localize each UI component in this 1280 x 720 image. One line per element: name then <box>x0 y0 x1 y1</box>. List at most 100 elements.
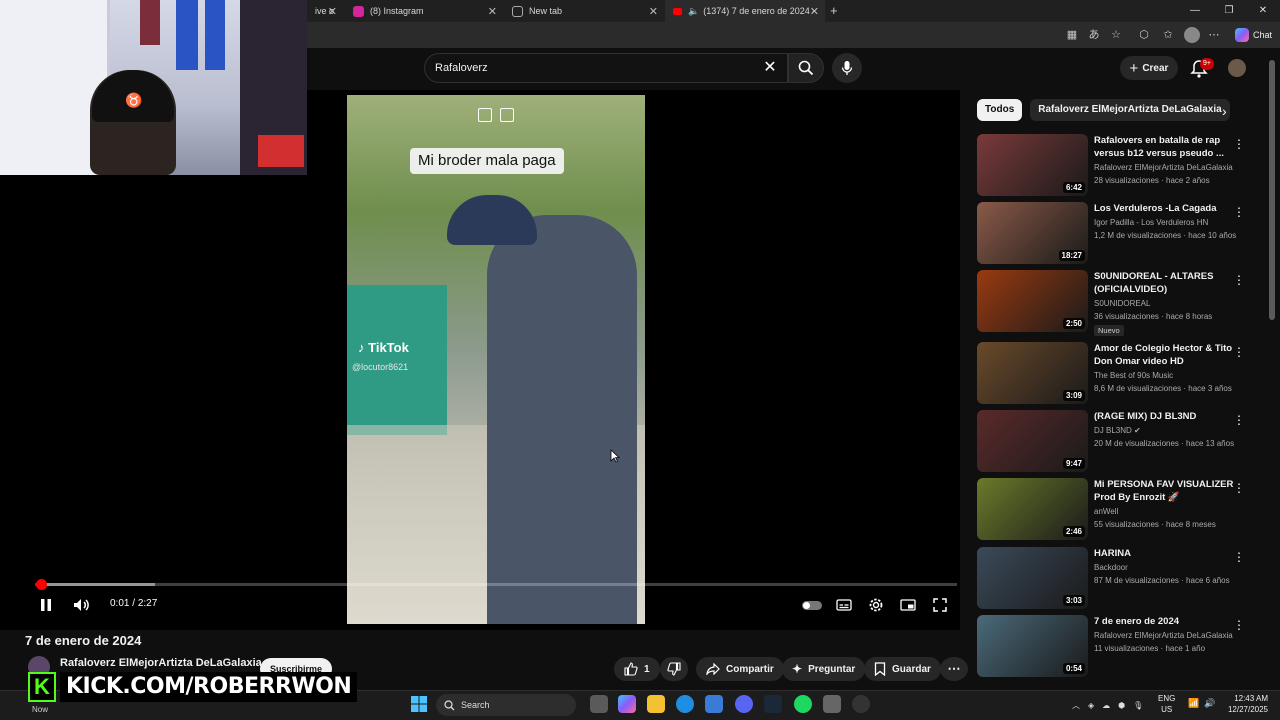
tab-close-icon[interactable]: ✕ <box>328 5 337 18</box>
tab-youtube[interactable]: 🔈 (1374) 7 de enero de 2024 - ✕ <box>665 0 825 22</box>
miniplayer-button[interactable] <box>898 596 918 614</box>
tray-app-icon[interactable]: ⬢ <box>1118 701 1125 710</box>
chevron-right-icon[interactable]: › <box>1222 103 1236 119</box>
recommendation-title[interactable]: S0UNIDOREAL - ALTARES (OFICIALVIDEO) <box>1094 270 1234 296</box>
video-frame[interactable] <box>347 95 645 624</box>
task-view-icon[interactable] <box>590 695 608 713</box>
windows-start-icon[interactable] <box>410 695 428 713</box>
info-card-icon[interactable] <box>500 108 514 122</box>
tab-instagram[interactable]: (8) Instagram ✕ <box>345 0 503 22</box>
recommendation-channel[interactable]: Igor Padilla - Los Verduleros HN <box>1094 218 1208 227</box>
tab-close-icon[interactable]: ✕ <box>488 5 497 18</box>
recommendation-item[interactable]: 3:03 HARINA Backdoor 87 M de visualizaci… <box>977 547 1259 611</box>
chip-all[interactable]: Todos <box>977 99 1023 121</box>
steam-icon[interactable] <box>764 695 782 713</box>
recommendation-item[interactable]: 3:09 Amor de Colegio Hector & Tito Don O… <box>977 342 1259 406</box>
favorite-star-icon[interactable]: ☆ <box>1108 27 1124 43</box>
create-button[interactable]: + Crear <box>1120 56 1178 80</box>
close-window-icon[interactable]: ✕ <box>1246 0 1280 22</box>
recommendation-item[interactable]: 18:27 Los Verduleros -La Cagada Igor Pad… <box>977 202 1259 266</box>
video-thumbnail[interactable]: 6:42 <box>977 134 1088 196</box>
chip-channel[interactable]: Rafaloverz ElMejorArtizta DeLaGalaxia <box>1030 99 1230 121</box>
recommendation-item[interactable]: 2:50 S0UNIDOREAL - ALTARES (OFICIALVIDEO… <box>977 270 1259 336</box>
recommendation-item[interactable]: 9:47 (RAGE MIX) DJ BL3ND DJ BL3ND ✔ 20 M… <box>977 410 1259 474</box>
video-thumbnail[interactable]: 2:50 <box>977 270 1088 332</box>
recommendation-channel[interactable]: The Best of 90s Music <box>1094 371 1173 380</box>
more-vertical-icon[interactable]: ⋮ <box>1233 617 1245 633</box>
more-menu-icon[interactable]: ⋯ <box>1206 27 1222 43</box>
split-screen-icon[interactable]: ▦ <box>1064 27 1080 43</box>
recommendation-channel[interactable]: Rafaloverz ElMejorArtizta DeLaGalaxia <box>1094 163 1233 172</box>
edge-browser-icon[interactable] <box>676 695 694 713</box>
share-button[interactable]: Compartir <box>696 657 784 681</box>
translate-icon[interactable]: あ <box>1086 27 1102 43</box>
recommendation-channel[interactable]: Rafaloverz ElMejorArtizta DeLaGalaxia <box>1094 631 1233 640</box>
more-vertical-icon[interactable]: ⋮ <box>1233 272 1245 288</box>
minimize-icon[interactable]: — <box>1178 0 1212 22</box>
ask-button[interactable]: ✦ Preguntar <box>782 657 866 681</box>
recommendation-item[interactable]: 2:46 Mi PERSONA FAV VISUALIZER Prod By E… <box>977 478 1259 542</box>
like-button[interactable]: 1 <box>614 657 660 681</box>
more-vertical-icon[interactable]: ⋮ <box>1233 204 1245 220</box>
mic-tray-icon[interactable]: 🎙 <box>1133 701 1143 710</box>
recommendation-title[interactable]: Rafalovers en batalla de rap versus b12 … <box>1094 134 1234 160</box>
obs-icon[interactable] <box>852 695 870 713</box>
tab-partial[interactable]: ive o ✕ <box>307 0 343 22</box>
recommendation-title[interactable]: Los Verduleros -La Cagada <box>1094 202 1234 215</box>
tab-new-tab[interactable]: New tab ✕ <box>504 0 664 22</box>
new-tab-plus-icon[interactable]: + <box>830 3 838 18</box>
search-input[interactable]: Rafaloverz <box>424 53 788 83</box>
settings-button[interactable] <box>866 596 886 614</box>
speaker-icon[interactable]: 🔈 <box>688 6 699 17</box>
search-button[interactable] <box>788 53 824 83</box>
copilot-app-icon[interactable] <box>618 695 636 713</box>
recommendation-title[interactable]: Amor de Colegio Hector & Tito Don Omar v… <box>1094 342 1234 368</box>
more-vertical-icon[interactable]: ⋮ <box>1233 136 1245 152</box>
taskbar-clock[interactable]: 12:43 AM 12/27/2025 <box>1222 693 1268 715</box>
favorites-icon[interactable]: ✩ <box>1160 27 1176 43</box>
more-actions-button[interactable]: ⋯ <box>940 657 968 681</box>
miniplayer-icon[interactable] <box>478 108 492 122</box>
language-indicator[interactable]: ENG US <box>1158 693 1175 715</box>
video-thumbnail[interactable]: 9:47 <box>977 410 1088 472</box>
channel-name[interactable]: Rafaloverz ElMejorArtizta DeLaGalaxia <box>60 657 262 669</box>
taskbar-search[interactable]: Search <box>436 694 576 716</box>
discord-icon[interactable] <box>735 695 753 713</box>
video-thumbnail[interactable]: 3:03 <box>977 547 1088 609</box>
file-explorer-icon[interactable] <box>647 695 665 713</box>
progress-track[interactable] <box>35 583 957 586</box>
recommendation-item[interactable]: 6:42 Rafalovers en batalla de rap versus… <box>977 134 1259 198</box>
tab-close-icon[interactable]: ✕ <box>649 5 658 18</box>
volume-tray-icon[interactable]: 🔊 <box>1204 698 1215 709</box>
video-thumbnail[interactable]: 2:46 <box>977 478 1088 540</box>
pause-button[interactable] <box>38 596 54 614</box>
spotify-icon[interactable] <box>794 695 812 713</box>
profile-icon[interactable] <box>1184 27 1200 43</box>
video-thumbnail[interactable]: 3:09 <box>977 342 1088 404</box>
store-icon[interactable] <box>705 695 723 713</box>
tab-close-icon[interactable]: ✕ <box>810 5 819 18</box>
recommendation-channel[interactable]: DJ BL3ND ✔ <box>1094 426 1141 435</box>
recommendation-title[interactable]: Mi PERSONA FAV VISUALIZER Prod By Enrozi… <box>1094 478 1234 504</box>
restore-icon[interactable]: ❐ <box>1212 0 1246 22</box>
copilot-chat-button[interactable]: Chat <box>1234 26 1272 44</box>
wifi-icon[interactable]: 📶 <box>1188 698 1199 709</box>
chevron-up-icon[interactable]: ︿ <box>1072 700 1080 711</box>
page-scrollbar[interactable] <box>1269 60 1275 320</box>
recommendation-channel[interactable]: Backdoor <box>1094 563 1128 572</box>
save-button[interactable]: Guardar <box>864 657 941 681</box>
recommendation-title[interactable]: 7 de enero de 2024 <box>1094 615 1234 628</box>
account-avatar[interactable] <box>1228 59 1246 77</box>
volume-button[interactable] <box>72 596 92 614</box>
recommendation-title[interactable]: (RAGE MIX) DJ BL3ND <box>1094 410 1234 423</box>
video-thumbnail[interactable]: 0:54 <box>977 615 1088 677</box>
cloud-icon[interactable]: ☁ <box>1102 701 1110 710</box>
video-thumbnail[interactable]: 18:27 <box>977 202 1088 264</box>
recommendation-channel[interactable]: S0UNIDOREAL <box>1094 299 1150 308</box>
recommendation-item[interactable]: 0:54 7 de enero de 2024 Rafaloverz ElMej… <box>977 615 1259 679</box>
more-vertical-icon[interactable]: ⋮ <box>1233 549 1245 565</box>
more-vertical-icon[interactable]: ⋮ <box>1233 412 1245 428</box>
autoplay-toggle[interactable] <box>800 596 824 614</box>
subtitles-button[interactable] <box>834 596 854 614</box>
app-tray-icon[interactable]: ◈ <box>1088 701 1094 710</box>
